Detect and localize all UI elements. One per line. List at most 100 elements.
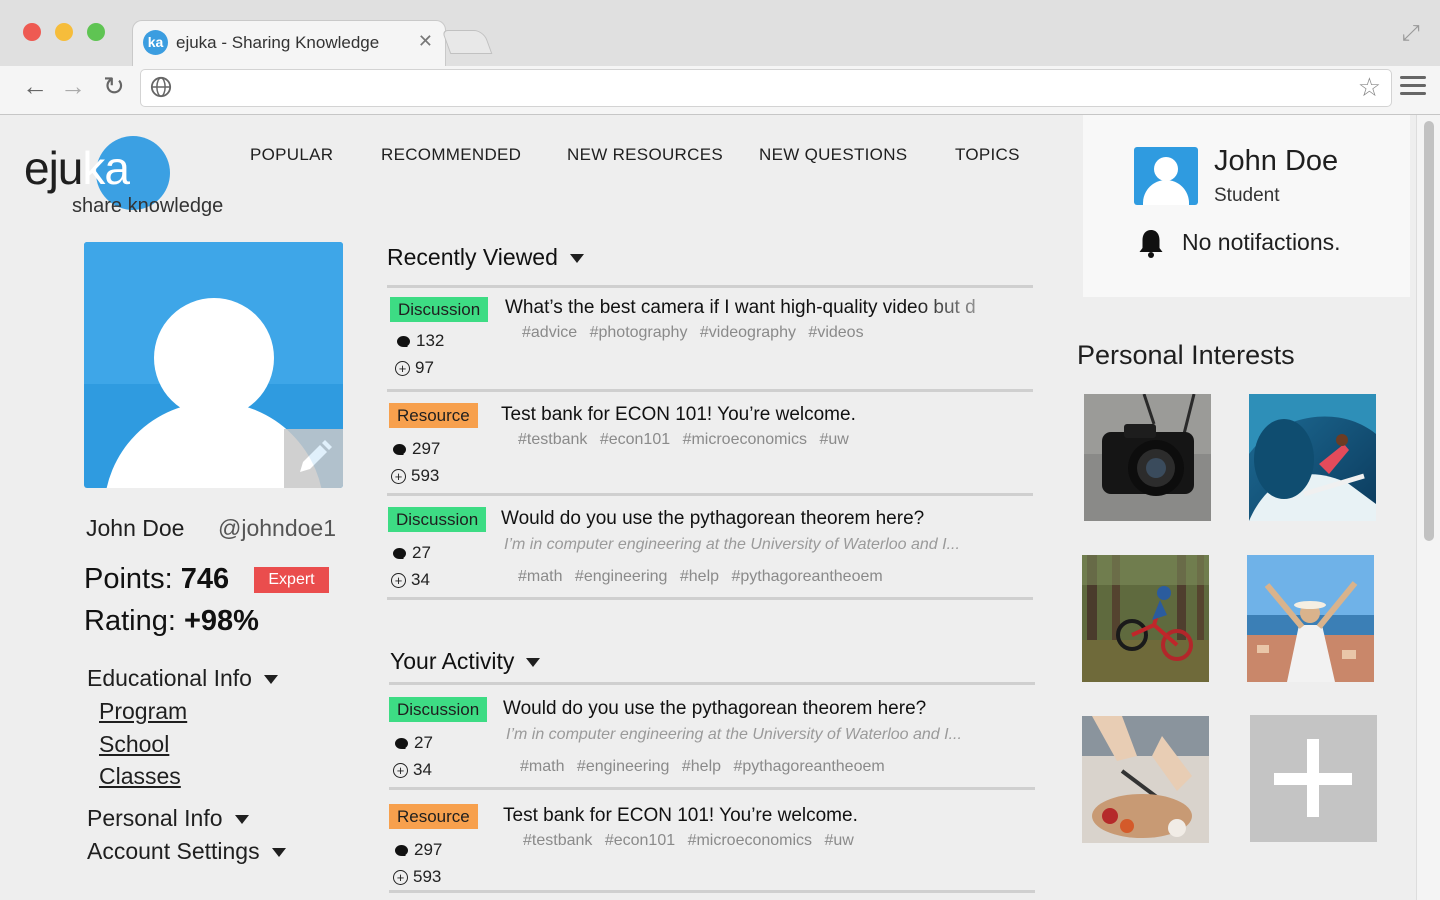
item-title[interactable]: What’s the best camera if I want high-qu… — [505, 297, 1025, 319]
recently-viewed-toggle[interactable]: Recently Viewed — [387, 244, 584, 271]
comment-bubble-icon — [393, 444, 406, 456]
nav-recommended[interactable]: RECOMMENDED — [381, 145, 521, 165]
notifications-text: No notifactions. — [1182, 229, 1341, 255]
back-icon[interactable]: ← — [22, 71, 48, 102]
comment-bubble-icon — [395, 845, 408, 857]
account-settings-toggle[interactable]: Account Settings — [87, 838, 286, 865]
discussion-badge: Discussion — [388, 507, 487, 532]
discussion-badge: Discussion — [389, 697, 488, 722]
user-card-role: Student — [1214, 185, 1280, 206]
globe-icon — [150, 76, 172, 98]
profile-rating: Rating: +98% — [84, 605, 259, 637]
divider — [387, 493, 1033, 496]
resource-badge: Resource — [389, 403, 478, 428]
upvote-count[interactable]: +593 — [391, 466, 439, 486]
feed-item[interactable]: Discussion What’s the best camera if I w… — [387, 289, 1033, 389]
personal-interests-title: Personal Interests — [1077, 340, 1295, 370]
divider — [387, 389, 1033, 392]
nav-topics[interactable]: TOPICS — [955, 145, 1020, 165]
feed-item[interactable]: Discussion Would do you use the pythagor… — [387, 497, 1033, 597]
edit-avatar-button[interactable] — [284, 429, 343, 488]
browser-menu-icon[interactable] — [1400, 76, 1426, 100]
camera-photo — [1084, 394, 1211, 521]
page: ejuka share knowledge POPULAR RECOMMENDE… — [0, 115, 1440, 900]
feed-item[interactable]: Resource Test bank for ECON 101! You’re … — [389, 791, 1035, 891]
educational-info-toggle[interactable]: Educational Info — [87, 665, 278, 692]
item-title[interactable]: Would do you use the pythagorean theorem… — [503, 698, 926, 720]
divider — [389, 682, 1035, 685]
item-tags[interactable]: #testbank #econ101 #microeconomics #uw — [523, 832, 854, 850]
upvote-count[interactable]: +34 — [393, 760, 432, 780]
item-title[interactable]: Test bank for ECON 101! You’re welcome. — [501, 404, 856, 426]
travel-photo — [1247, 555, 1374, 682]
surfing-photo — [1249, 394, 1376, 521]
pencil-icon — [300, 440, 332, 472]
comment-bubble-icon — [397, 336, 410, 348]
scrollbar[interactable] — [1416, 115, 1440, 900]
comment-count: 297 — [393, 439, 440, 459]
item-title[interactable]: Would do you use the pythagorean theorem… — [501, 508, 924, 530]
new-tab-button[interactable] — [441, 30, 493, 54]
scrollbar-thumb[interactable] — [1424, 121, 1434, 541]
divider — [387, 285, 1033, 288]
upvote-count[interactable]: +34 — [391, 570, 430, 590]
personal-info-toggle[interactable]: Personal Info — [87, 805, 249, 832]
interest-tile-travel[interactable] — [1247, 555, 1374, 682]
feed-item[interactable]: Resource Test bank for ECON 101! You’re … — [387, 393, 1033, 493]
user-card-name[interactable]: John Doe — [1214, 145, 1338, 178]
profile-handle: @johndoe1 — [218, 515, 336, 541]
school-link[interactable]: School — [99, 731, 169, 758]
nav-popular[interactable]: POPULAR — [250, 145, 333, 165]
window-maximize-button[interactable] — [87, 23, 105, 41]
plus-circle-icon: + — [395, 361, 410, 377]
profile-points: Points: 746 — [84, 563, 230, 595]
feed-item[interactable]: Discussion Would do you use the pythagor… — [389, 687, 1035, 787]
comment-count: 132 — [397, 331, 444, 351]
tab-favicon-icon: ka — [143, 30, 168, 55]
item-snippet: I’m in computer engineering at the Unive… — [506, 726, 962, 743]
interest-tile-cooking[interactable] — [1082, 716, 1209, 843]
program-link[interactable]: Program — [99, 698, 187, 725]
forward-icon[interactable]: → — [60, 71, 86, 102]
item-title[interactable]: Test bank for ECON 101! You’re welcome. — [503, 805, 858, 827]
caret-down-icon — [526, 658, 541, 668]
plus-circle-icon: + — [393, 870, 408, 886]
item-tags[interactable]: #testbank #econ101 #microeconomics #uw — [518, 431, 849, 449]
upvote-count[interactable]: +593 — [393, 867, 441, 887]
plus-circle-icon: + — [391, 469, 406, 485]
item-tags[interactable]: #math #engineering #help #pythagoreanthe… — [518, 568, 883, 586]
fullscreen-icon[interactable]: ⤢ — [1402, 20, 1420, 46]
item-tags[interactable]: #advice #photography #videography #video… — [522, 324, 864, 342]
interest-tile-surfing[interactable] — [1249, 394, 1376, 521]
discussion-badge: Discussion — [390, 297, 489, 322]
item-tags[interactable]: #math #engineering #help #pythagoreanthe… — [520, 758, 885, 776]
upvote-count[interactable]: +97 — [395, 358, 434, 378]
reload-icon[interactable]: ↻ — [103, 71, 125, 102]
browser-chrome: ka ejuka - Sharing Knowledge ✕ ⤢ ← → ↻ ☆ — [0, 0, 1440, 115]
item-snippet: I’m in computer engineering at the Unive… — [504, 536, 960, 553]
window-close-button[interactable] — [23, 23, 41, 41]
bell-icon[interactable] — [1138, 228, 1164, 258]
your-activity-toggle[interactable]: Your Activity — [390, 648, 541, 675]
nav-new-questions[interactable]: NEW QUESTIONS — [759, 145, 907, 165]
mountain-biking-photo — [1082, 555, 1209, 682]
profile-name: John Doe — [86, 515, 185, 541]
comment-bubble-icon — [395, 738, 408, 750]
interest-tile-biking[interactable] — [1082, 555, 1209, 682]
browser-tab[interactable]: ka ejuka - Sharing Knowledge ✕ — [132, 20, 446, 67]
interest-tile-camera[interactable] — [1084, 394, 1211, 521]
plus-circle-icon: + — [393, 763, 408, 779]
divider — [387, 597, 1033, 600]
classes-link[interactable]: Classes — [99, 763, 181, 790]
logo-subtitle: share knowledge — [72, 195, 224, 217]
user-avatar[interactable] — [1134, 147, 1198, 205]
comment-count: 27 — [395, 733, 433, 753]
user-card: John Doe Student No notifactions. — [1083, 115, 1410, 297]
tab-close-icon[interactable]: ✕ — [418, 31, 433, 52]
window-minimize-button[interactable] — [55, 23, 73, 41]
bookmark-star-icon[interactable]: ☆ — [1358, 72, 1381, 103]
nav-new-resources[interactable]: NEW RESOURCES — [567, 145, 723, 165]
tab-title: ejuka - Sharing Knowledge — [176, 33, 380, 52]
add-interest-button[interactable] — [1250, 715, 1377, 842]
address-bar[interactable]: ☆ — [140, 69, 1392, 107]
